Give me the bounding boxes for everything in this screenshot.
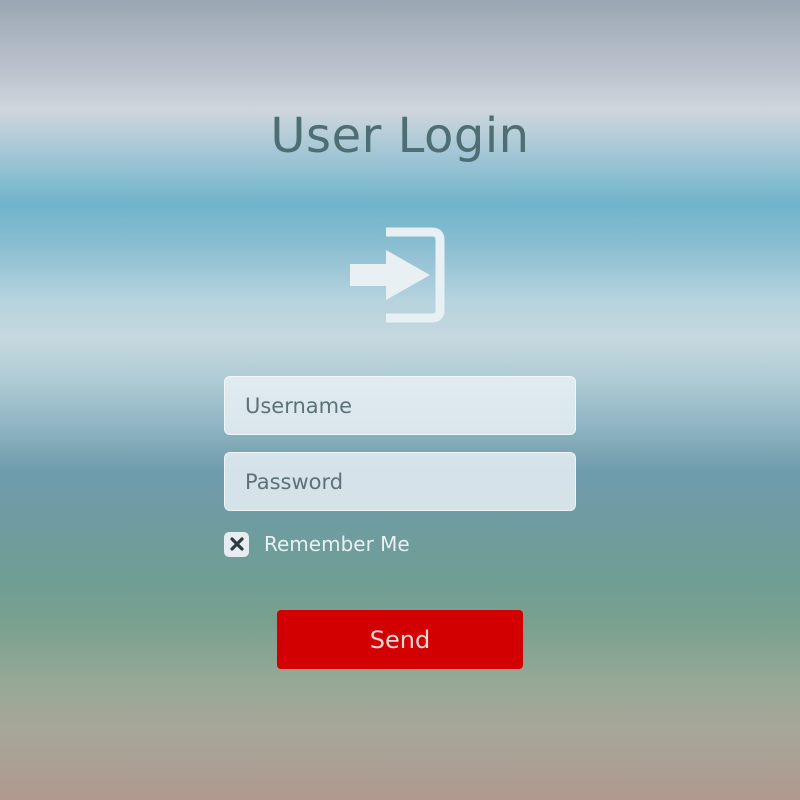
remember-me-label: Remember Me [264,532,410,556]
password-input[interactable] [224,452,576,511]
username-input[interactable] [224,376,576,435]
send-button[interactable]: Send [277,610,523,669]
login-enter-icon [340,220,450,330]
remember-me-option[interactable]: Remember Me [224,531,410,557]
x-icon [229,537,244,551]
page-title: User Login [270,108,530,164]
remember-me-checkbox[interactable] [224,531,249,557]
